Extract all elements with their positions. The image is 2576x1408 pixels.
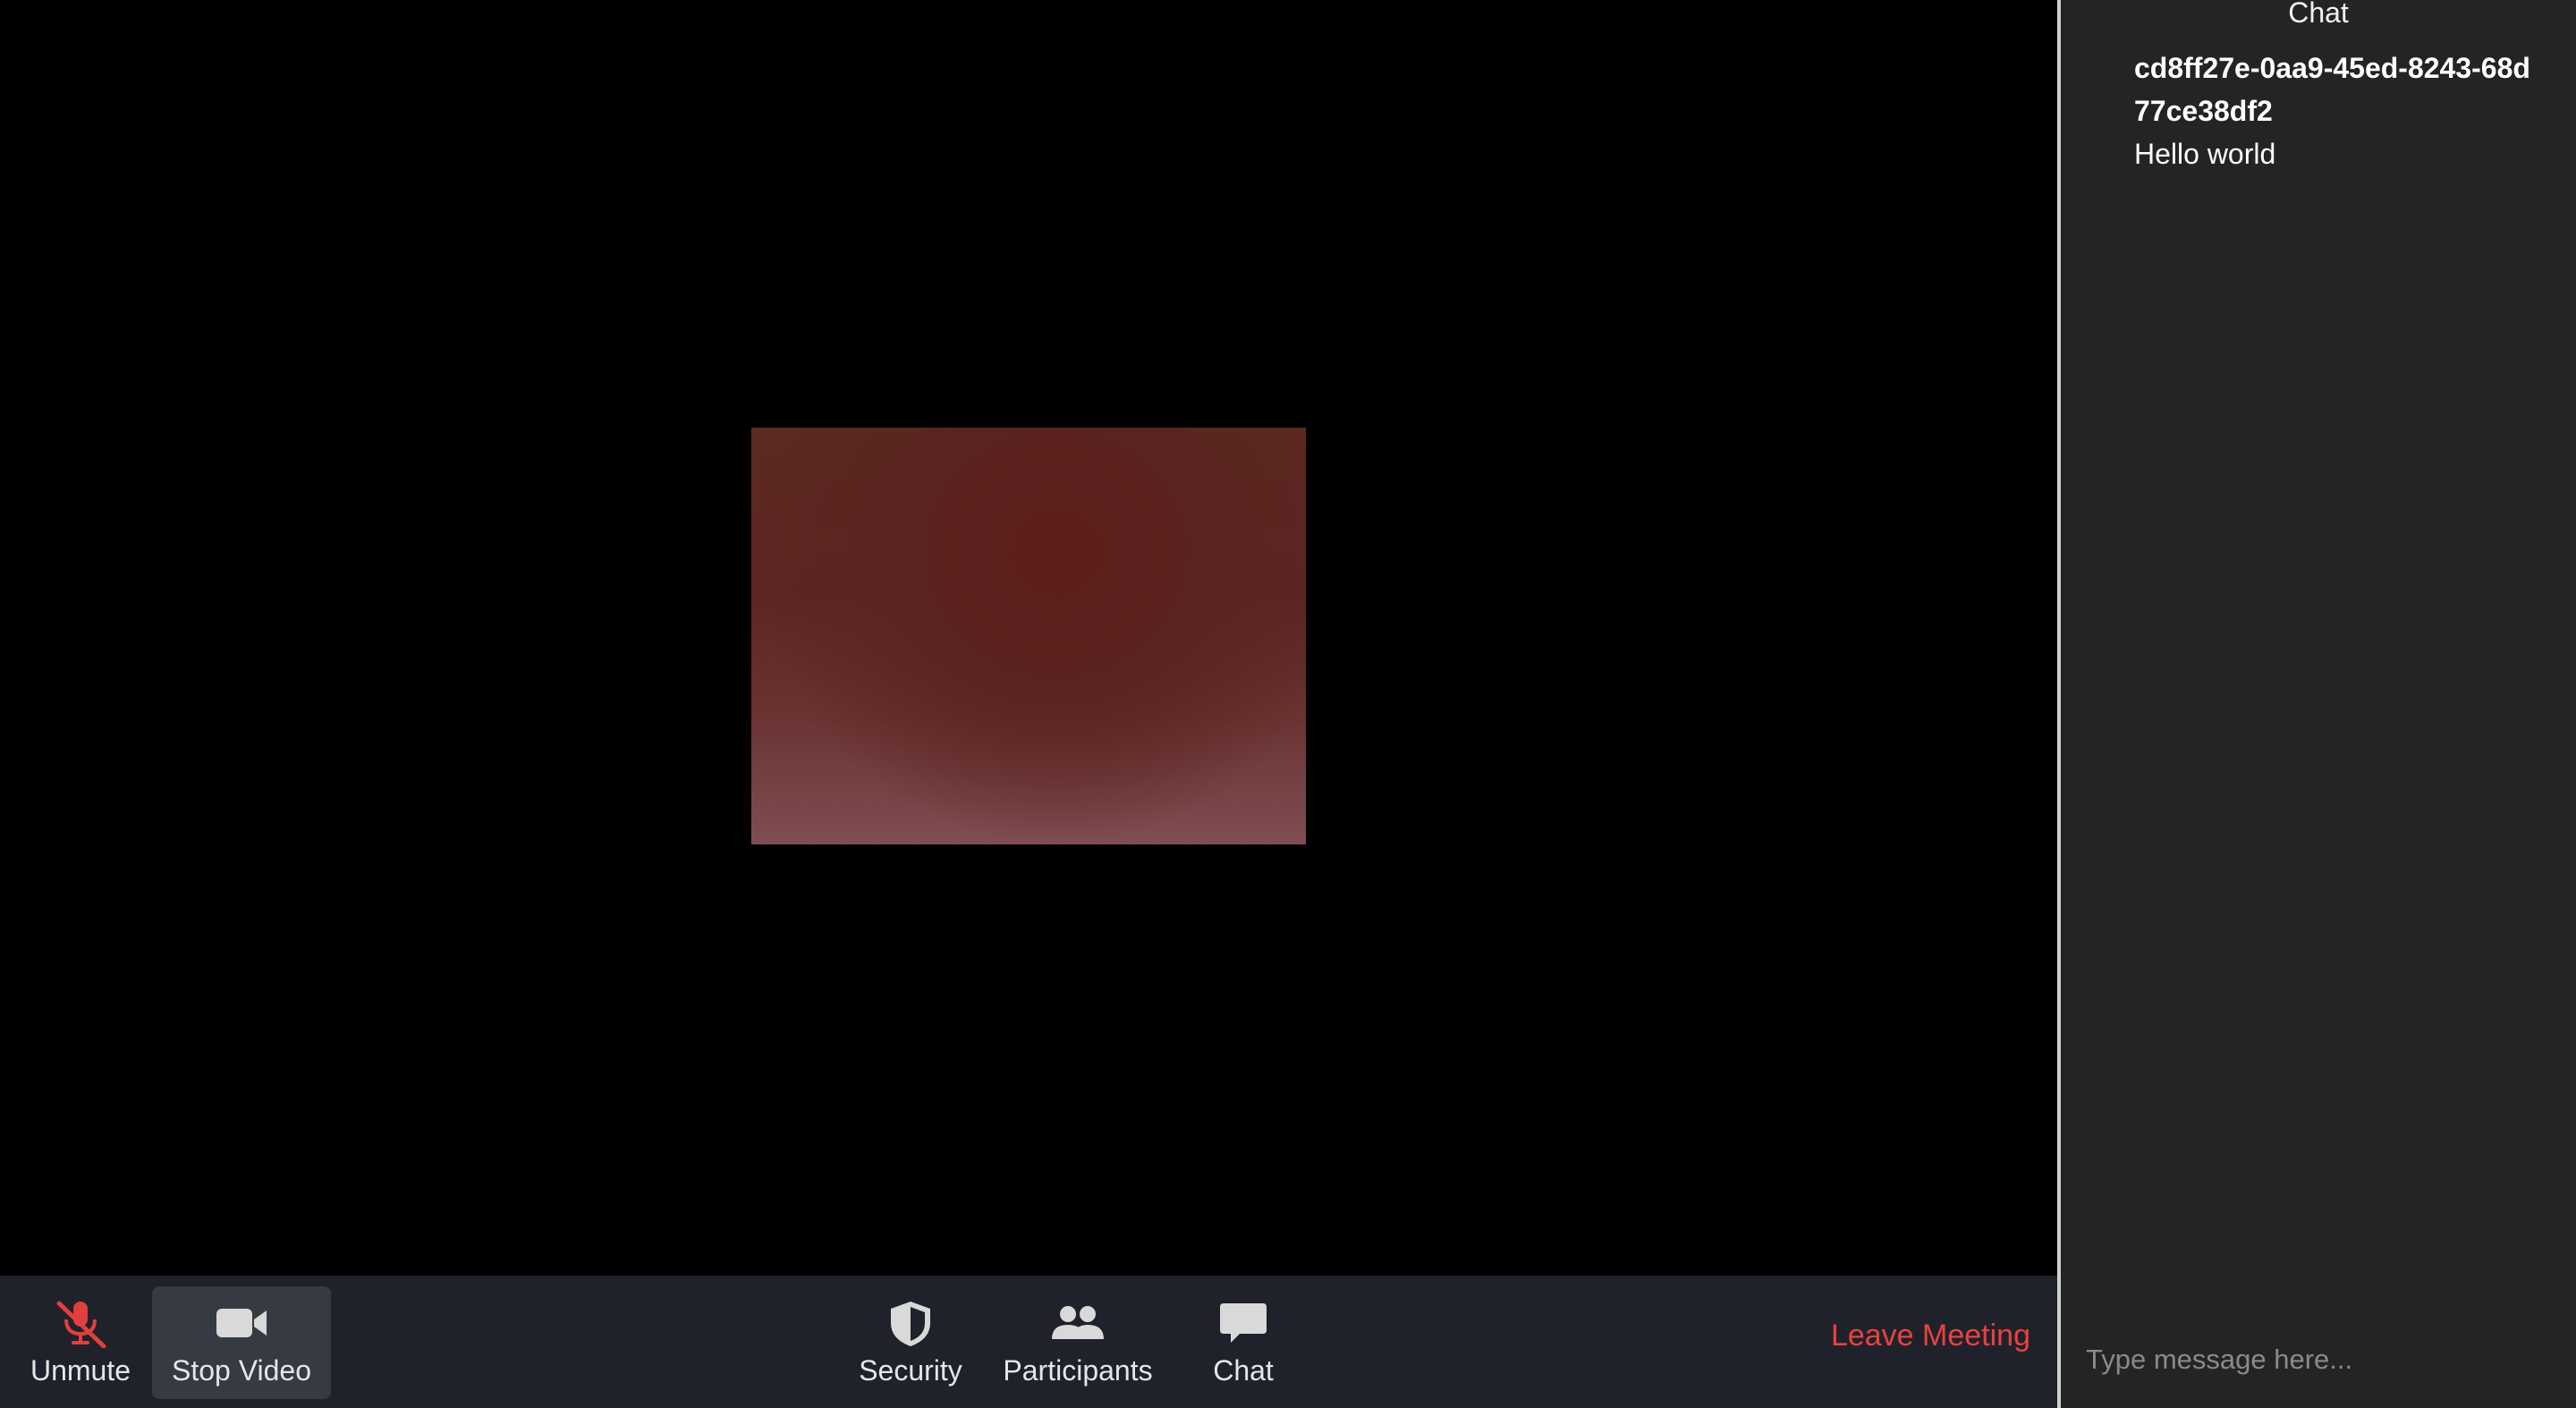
shield-icon bbox=[879, 1295, 942, 1351]
security-label: Security bbox=[859, 1354, 962, 1387]
unmute-button[interactable]: Unmute bbox=[18, 1286, 143, 1399]
chat-label: Chat bbox=[1213, 1354, 1274, 1387]
participants-label: Participants bbox=[1003, 1354, 1153, 1387]
chat-bubble-icon bbox=[1212, 1295, 1275, 1351]
participants-icon bbox=[1046, 1295, 1109, 1351]
video-camera-icon bbox=[210, 1295, 273, 1351]
chat-message-sender: cd8ff27e-0aa9-45ed-8243-68d77ce38df2 bbox=[2134, 52, 2530, 127]
security-button[interactable]: Security bbox=[850, 1286, 971, 1399]
leave-meeting-button[interactable]: Leave Meeting bbox=[1831, 1319, 2030, 1353]
chat-button[interactable]: Chat bbox=[1199, 1286, 1288, 1399]
video-stage bbox=[0, 0, 2057, 1276]
chat-panel: Chat cd8ff27e-0aa9-45ed-8243-68d77ce38df… bbox=[2057, 0, 2576, 1408]
participants-button[interactable]: Participants bbox=[993, 1286, 1163, 1399]
unmute-label: Unmute bbox=[30, 1354, 131, 1387]
meeting-app: Unmute Stop Video Security Participants … bbox=[0, 0, 2576, 1408]
stop-video-button[interactable]: Stop Video bbox=[152, 1286, 331, 1399]
meeting-toolbar: Unmute Stop Video Security Participants … bbox=[0, 1276, 2057, 1408]
participant-video-tile[interactable] bbox=[751, 428, 1306, 844]
chat-panel-title: Chat bbox=[2288, 0, 2349, 29]
microphone-muted-icon bbox=[49, 1295, 112, 1351]
chat-message-text: Hello world bbox=[2134, 138, 2276, 170]
chat-message-input[interactable] bbox=[2084, 1336, 2553, 1383]
chat-message: cd8ff27e-0aa9-45ed-8243-68d77ce38df2 Hel… bbox=[2134, 47, 2546, 175]
stop-video-label: Stop Video bbox=[172, 1354, 311, 1387]
